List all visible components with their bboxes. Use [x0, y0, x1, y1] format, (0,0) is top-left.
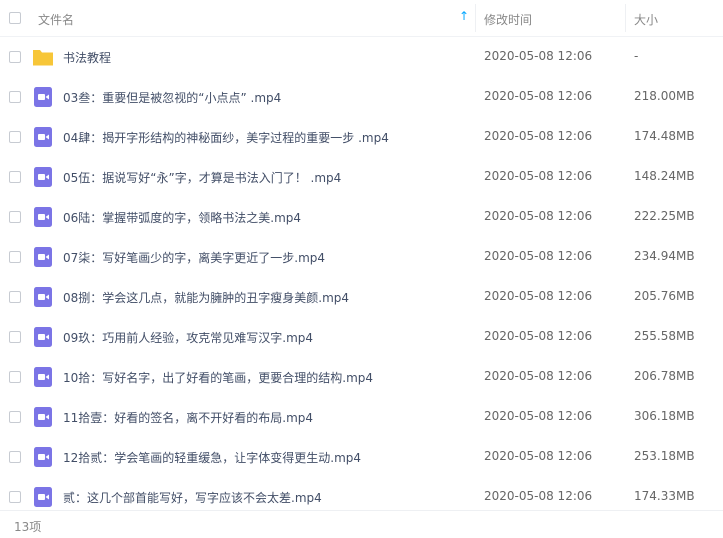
video-file-icon [32, 126, 54, 148]
select-all-checkbox[interactable] [9, 12, 21, 24]
video-file-icon [32, 406, 54, 428]
modified-time: 2020-05-08 12:06 [484, 129, 593, 143]
file-row[interactable]: 08捌：学会这几点，就能为臃肿的丑字瘦身美颜.mp4 2020-05-08 12:… [0, 277, 723, 317]
file-name[interactable]: 书法教程 [63, 49, 111, 66]
file-size: 205.76MB [634, 289, 695, 303]
video-file-icon [32, 166, 54, 188]
modified-time: 2020-05-08 12:06 [484, 89, 593, 103]
file-size: 206.78MB [634, 369, 695, 383]
row-checkbox[interactable] [9, 131, 21, 143]
file-size: 218.00MB [634, 89, 695, 103]
file-name[interactable]: 06陆：掌握带弧度的字，领略书法之美.mp4 [63, 209, 301, 226]
modified-time: 2020-05-08 12:06 [484, 369, 593, 383]
file-name[interactable]: 贰：这几个部首能写好，写字应该不会太差.mp4 [63, 489, 322, 506]
file-name[interactable]: 11拾壹：好看的签名，离不开好看的布局.mp4 [63, 409, 313, 426]
column-header-name[interactable]: 文件名 [38, 11, 74, 28]
row-checkbox[interactable] [9, 411, 21, 423]
file-size: 255.58MB [634, 329, 695, 343]
file-name[interactable]: 05伍：据说写好“永”字，才算是书法入门了！ .mp4 [63, 169, 341, 186]
file-row[interactable]: 09玖：巧用前人经验，攻克常见难写汉字.mp4 2020-05-08 12:06 2… [0, 317, 723, 357]
row-checkbox[interactable] [9, 371, 21, 383]
file-size: 222.25MB [634, 209, 695, 223]
row-checkbox[interactable] [9, 171, 21, 183]
row-checkbox[interactable] [9, 491, 21, 503]
item-count: 13项 [14, 520, 42, 534]
file-row[interactable]: 05伍：据说写好“永”字，才算是书法入门了！ .mp4 2020-05-08 12… [0, 157, 723, 197]
file-name[interactable]: 12拾贰：学会笔画的轻重缓急，让字体变得更生动.mp4 [63, 449, 361, 466]
file-name[interactable]: 08捌：学会这几点，就能为臃肿的丑字瘦身美颜.mp4 [63, 289, 349, 306]
file-row[interactable]: 11拾壹：好看的签名，离不开好看的布局.mp4 2020-05-08 12:06 3… [0, 397, 723, 437]
modified-time: 2020-05-08 12:06 [484, 49, 593, 63]
file-size: 253.18MB [634, 449, 695, 463]
sort-ascending-icon[interactable]: ↑ [459, 9, 469, 23]
video-file-icon [32, 86, 54, 108]
file-size: - [634, 49, 639, 63]
modified-time: 2020-05-08 12:06 [484, 289, 593, 303]
video-file-icon [32, 446, 54, 468]
file-list: 文件名 ↑ 修改时间 大小 书法教程 2020-05-08 12:06 - 03叁：重… [0, 0, 723, 517]
row-checkbox[interactable] [9, 251, 21, 263]
file-rows: 书法教程 2020-05-08 12:06 - 03叁：重要但是被忽视的“小点点” .… [0, 37, 723, 517]
file-name[interactable]: 04肆：揭开字形结构的神秘面纱，美字过程的重要一步 .mp4 [63, 129, 389, 146]
file-size: 234.94MB [634, 249, 695, 263]
file-size: 174.48MB [634, 129, 695, 143]
row-checkbox[interactable] [9, 211, 21, 223]
file-size: 148.24MB [634, 169, 695, 183]
status-bar: 13项 [0, 510, 723, 538]
file-row[interactable]: 12拾贰：学会笔画的轻重缓急，让字体变得更生动.mp4 2020-05-08 12… [0, 437, 723, 477]
modified-time: 2020-05-08 12:06 [484, 169, 593, 183]
video-file-icon [32, 366, 54, 388]
modified-time: 2020-05-08 12:06 [484, 329, 593, 343]
video-file-icon [32, 246, 54, 268]
modified-time: 2020-05-08 12:06 [484, 209, 593, 223]
column-divider[interactable] [475, 4, 476, 32]
file-row[interactable]: 04肆：揭开字形结构的神秘面纱，美字过程的重要一步 .mp4 2020-05-08… [0, 117, 723, 157]
modified-time: 2020-05-08 12:06 [484, 489, 593, 503]
modified-time: 2020-05-08 12:06 [484, 249, 593, 263]
row-checkbox[interactable] [9, 451, 21, 463]
column-header-modified[interactable]: 修改时间 [484, 11, 532, 28]
modified-time: 2020-05-08 12:06 [484, 409, 593, 423]
file-name[interactable]: 09玖：巧用前人经验，攻克常见难写汉字.mp4 [63, 329, 313, 346]
row-checkbox[interactable] [9, 51, 21, 63]
video-file-icon [32, 286, 54, 308]
video-file-icon [32, 486, 54, 508]
file-row[interactable]: 10拾：写好名字，出了好看的笔画，更要合理的结构.mp4 2020-05-08 1… [0, 357, 723, 397]
row-checkbox[interactable] [9, 331, 21, 343]
file-row[interactable]: 06陆：掌握带弧度的字，领略书法之美.mp4 2020-05-08 12:06 22… [0, 197, 723, 237]
folder-icon [32, 46, 54, 68]
video-file-icon [32, 326, 54, 348]
file-row[interactable]: 书法教程 2020-05-08 12:06 - [0, 37, 723, 77]
file-size: 306.18MB [634, 409, 695, 423]
video-file-icon [32, 206, 54, 228]
modified-time: 2020-05-08 12:06 [484, 449, 593, 463]
file-size: 174.33MB [634, 489, 695, 503]
row-checkbox[interactable] [9, 91, 21, 103]
column-divider[interactable] [625, 4, 626, 32]
file-name[interactable]: 07柒：写好笔画少的字，离美字更近了一步.mp4 [63, 249, 325, 266]
column-header-size[interactable]: 大小 [634, 11, 658, 28]
file-row[interactable]: 03叁：重要但是被忽视的“小点点” .mp4 2020-05-08 12:06 21… [0, 77, 723, 117]
row-checkbox[interactable] [9, 291, 21, 303]
file-name[interactable]: 10拾：写好名字，出了好看的笔画，更要合理的结构.mp4 [63, 369, 373, 386]
file-row[interactable]: 07柒：写好笔画少的字，离美字更近了一步.mp4 2020-05-08 12:06… [0, 237, 723, 277]
list-header: 文件名 ↑ 修改时间 大小 [0, 0, 723, 37]
file-name[interactable]: 03叁：重要但是被忽视的“小点点” .mp4 [63, 89, 281, 106]
